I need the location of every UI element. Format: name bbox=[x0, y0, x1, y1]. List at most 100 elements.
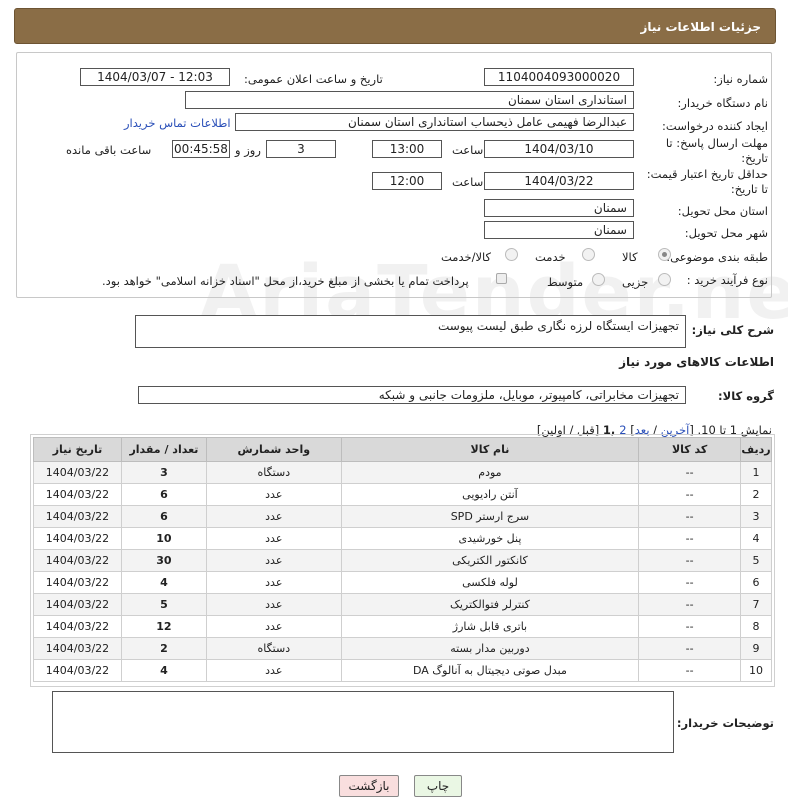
table-row: 10 -- مبدل صوتی دیجیتال به آنالوگ DA عدد 4 14… bbox=[33, 659, 772, 682]
cell-row-number: 5 bbox=[740, 549, 772, 572]
deadline-time-field: 13:00 bbox=[372, 140, 442, 158]
cell-quantity: 4 bbox=[120, 659, 207, 682]
cell-goods-name: سرج ارستر SPD bbox=[340, 505, 640, 528]
cell-goods-name: دوربین مدار بسته bbox=[340, 637, 640, 660]
col-quantity: تعداد / مقدار bbox=[120, 437, 207, 462]
cell-unit: دستگاه bbox=[205, 637, 342, 660]
cell-row-number: 8 bbox=[740, 615, 772, 638]
col-row-number: ردیف bbox=[740, 437, 772, 462]
deadline-time-label: ساعت bbox=[452, 143, 484, 157]
category-option-service: خدمت bbox=[535, 250, 566, 264]
cell-quantity: 12 bbox=[120, 615, 207, 638]
summary-label: شرح کلی نیاز: bbox=[691, 323, 774, 337]
cell-need-date: 1404/03/22 bbox=[33, 571, 122, 594]
cell-goods-code: -- bbox=[638, 527, 742, 550]
cell-quantity: 6 bbox=[120, 483, 207, 506]
goods-table-header: ردیف کد کالا نام کالا واحد شمارش تعداد /… bbox=[33, 437, 772, 462]
cell-goods-code: -- bbox=[638, 461, 742, 484]
cell-goods-code: -- bbox=[638, 549, 742, 572]
cell-quantity: 30 bbox=[120, 549, 207, 572]
cell-goods-name: آنتن رادیویی bbox=[340, 483, 640, 506]
buyer-notes-label: توضیحات خریدار: bbox=[676, 716, 774, 730]
process-option-medium: متوسط bbox=[547, 275, 584, 289]
goods-section-title: اطلاعات کالاهای مورد نیاز bbox=[619, 355, 774, 369]
cell-quantity: 4 bbox=[120, 571, 207, 594]
cell-unit: عدد bbox=[205, 549, 342, 572]
cell-goods-name: باتری قابل شارژ bbox=[340, 615, 640, 638]
table-row: 5 -- کانکتور الکتریکی عدد 30 1404/03/22 bbox=[33, 549, 772, 572]
process-radio-minor[interactable] bbox=[658, 273, 671, 286]
cell-goods-code: -- bbox=[638, 637, 742, 660]
treasury-payment-note: پرداخت تمام یا بخشی از مبلغ خرید،از محل … bbox=[102, 274, 469, 288]
cell-unit: عدد bbox=[205, 593, 342, 616]
table-row: 1 -- مودم دستگاه 3 1404/03/22 bbox=[33, 461, 772, 484]
cell-need-date: 1404/03/22 bbox=[33, 527, 122, 550]
category-radio-service[interactable] bbox=[582, 248, 595, 261]
buyer-org-label: نام دستگاه خریدار: bbox=[677, 96, 768, 110]
time-remaining-label: ساعت باقی مانده bbox=[66, 143, 152, 157]
table-row: 7 -- کنترلر فتوالکتریک عدد 5 1404/03/22 bbox=[33, 593, 772, 616]
cell-goods-code: -- bbox=[638, 505, 742, 528]
creator-field: عبدالرضا فهیمی عامل ذیحساب استانداری است… bbox=[235, 113, 634, 131]
cell-goods-name: کنترلر فتوالکتریک bbox=[340, 593, 640, 616]
need-number-field: 1104004093000020 bbox=[484, 68, 634, 86]
cell-goods-name: پنل خورشیدی bbox=[340, 527, 640, 550]
cell-need-date: 1404/03/22 bbox=[33, 505, 122, 528]
deadline-date-field: 1404/03/10 bbox=[484, 140, 634, 158]
cell-need-date: 1404/03/22 bbox=[33, 637, 122, 660]
cell-row-number: 2 bbox=[740, 483, 772, 506]
min-price-time-field: 12:00 bbox=[372, 172, 442, 190]
creator-label: ایجاد کننده درخواست: bbox=[662, 119, 768, 133]
cell-row-number: 1 bbox=[740, 461, 772, 484]
cell-row-number: 4 bbox=[740, 527, 772, 550]
province-label: استان محل تحویل: bbox=[677, 204, 768, 218]
print-button[interactable]: چاپ bbox=[414, 775, 462, 797]
cell-unit: دستگاه bbox=[205, 461, 342, 484]
deadline-label: مهلت ارسال پاسخ: تا تاریخ: bbox=[665, 136, 768, 165]
cell-row-number: 7 bbox=[740, 593, 772, 616]
page-title: جزئیات اطلاعات نیاز bbox=[640, 20, 761, 34]
cell-unit: عدد bbox=[205, 527, 342, 550]
cell-row-number: 6 bbox=[740, 571, 772, 594]
cell-goods-code: -- bbox=[638, 659, 742, 682]
back-button[interactable]: بازگشت bbox=[339, 775, 399, 797]
category-option-goods: کالا bbox=[622, 250, 638, 264]
treasury-payment-checkbox[interactable] bbox=[496, 273, 507, 284]
goods-table: ردیف کد کالا نام کالا واحد شمارش تعداد /… bbox=[33, 437, 772, 682]
category-radio-goods-service[interactable] bbox=[505, 248, 518, 261]
time-remaining-field: 00:45:58 bbox=[172, 140, 230, 158]
cell-quantity: 3 bbox=[120, 461, 207, 484]
process-radio-medium[interactable] bbox=[592, 273, 605, 286]
table-row: 8 -- باتری قابل شارژ عدد 12 1404/03/22 bbox=[33, 615, 772, 638]
min-price-time-label: ساعت bbox=[452, 175, 484, 189]
cell-row-number: 3 bbox=[740, 505, 772, 528]
min-price-label: حداقل تاریخ اعتبار قیمت: تا تاریخ: bbox=[646, 167, 768, 196]
buyer-contact-link[interactable]: اطلاعات تماس خریدار bbox=[124, 116, 231, 130]
summary-text: تجهیزات ایستگاه لرزه نگاری طبق لیست پیوس… bbox=[437, 319, 679, 333]
cell-unit: عدد bbox=[205, 505, 342, 528]
cell-unit: عدد bbox=[205, 615, 342, 638]
cell-row-number: 10 bbox=[740, 659, 772, 682]
category-radio-goods[interactable] bbox=[658, 248, 671, 261]
cell-need-date: 1404/03/22 bbox=[33, 593, 122, 616]
announce-value: 1404/03/07 - 12:03 bbox=[97, 70, 213, 84]
buyer-org-field: استانداری استان سمنان bbox=[185, 91, 634, 109]
cell-goods-code: -- bbox=[638, 593, 742, 616]
table-row: 2 -- آنتن رادیویی عدد 6 1404/03/22 bbox=[33, 483, 772, 506]
days-remaining-field: 3 bbox=[266, 140, 336, 158]
cell-need-date: 1404/03/22 bbox=[33, 549, 122, 572]
city-field: سمنان bbox=[484, 221, 634, 239]
cell-need-date: 1404/03/22 bbox=[33, 483, 122, 506]
col-goods-name: نام کالا bbox=[340, 437, 640, 462]
need-number-label: شماره نیاز: bbox=[713, 72, 768, 86]
announce-label: تاریخ و ساعت اعلان عمومی: bbox=[244, 72, 383, 86]
col-need-date: تاریخ نیاز bbox=[33, 437, 122, 462]
summary-field: تجهیزات ایستگاه لرزه نگاری طبق لیست پیوس… bbox=[135, 315, 686, 348]
cell-quantity: 2 bbox=[120, 637, 207, 660]
cell-goods-name: کانکتور الکتریکی bbox=[340, 549, 640, 572]
min-price-date-field: 1404/03/22 bbox=[484, 172, 634, 190]
days-label: روز و bbox=[235, 143, 261, 157]
announce-field: 1404/03/07 - 12:03 bbox=[80, 68, 230, 86]
cell-goods-name: مبدل صوتی دیجیتال به آنالوگ DA bbox=[340, 659, 640, 682]
page-header: جزئیات اطلاعات نیاز bbox=[14, 8, 776, 44]
